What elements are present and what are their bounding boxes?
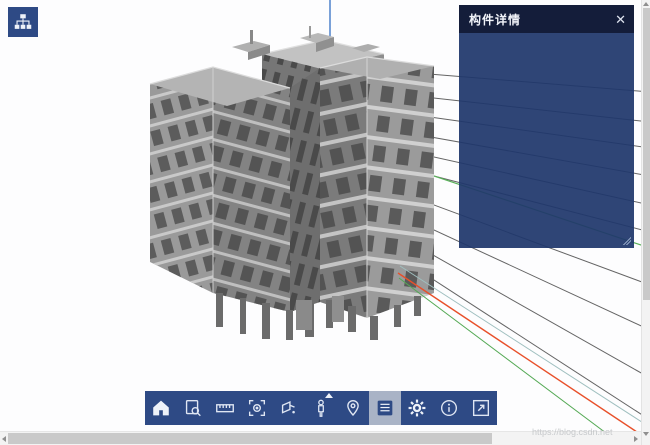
toolbar-button-view-document[interactable] (177, 391, 209, 425)
bim-viewer-window: 构件详情 ✕ (0, 0, 650, 445)
component-details-panel: 构件详情 ✕ (459, 5, 634, 248)
scroll-right-arrow-icon[interactable] (634, 436, 638, 442)
document-search-icon (182, 397, 204, 419)
toolbar-button-section-plane[interactable] (273, 391, 305, 425)
info-icon (438, 397, 460, 419)
person-icon (310, 397, 332, 419)
focus-brackets-icon (246, 397, 268, 419)
toolbar-button-settings[interactable] (401, 391, 433, 425)
expand-icon (470, 397, 492, 419)
scroll-left-arrow-icon[interactable] (2, 436, 6, 442)
toolbar-button-measure[interactable] (209, 391, 241, 425)
home-icon (150, 397, 172, 419)
caret-up-icon (325, 393, 333, 398)
location-pin-icon (342, 397, 364, 419)
section-plane-icon (278, 397, 300, 419)
toolbar-button-fullscreen[interactable] (465, 391, 497, 425)
ruler-icon (214, 397, 236, 419)
bottom-toolbar (145, 391, 497, 425)
panel-resize-grip[interactable] (622, 236, 631, 245)
panel-title: 构件详情 (469, 11, 521, 28)
model-tree-button[interactable] (8, 7, 38, 37)
toolbar-button-fit-view[interactable] (241, 391, 273, 425)
vertical-scrollbar[interactable] (641, 0, 650, 445)
sitemap-icon (12, 11, 34, 33)
toolbar-button-home[interactable] (145, 391, 177, 425)
toolbar-button-component-details[interactable] (369, 391, 401, 425)
horizontal-scrollbar[interactable] (0, 431, 641, 445)
gear-icon (406, 397, 428, 419)
toolbar-button-about[interactable] (433, 391, 465, 425)
component-details-body (459, 33, 634, 248)
toolbar-button-viewpoint[interactable] (337, 391, 369, 425)
scroll-down-arrow-icon[interactable] (643, 432, 649, 436)
close-icon[interactable]: ✕ (615, 13, 626, 26)
vertical-scrollbar-thumb[interactable] (643, 8, 650, 300)
panel-header: 构件详情 ✕ (459, 5, 634, 33)
scroll-up-arrow-icon[interactable] (643, 2, 649, 6)
toolbar-button-walkthrough[interactable] (305, 391, 337, 425)
horizontal-scrollbar-thumb[interactable] (8, 433, 492, 444)
building-model (150, 26, 434, 340)
details-list-icon (374, 397, 396, 419)
